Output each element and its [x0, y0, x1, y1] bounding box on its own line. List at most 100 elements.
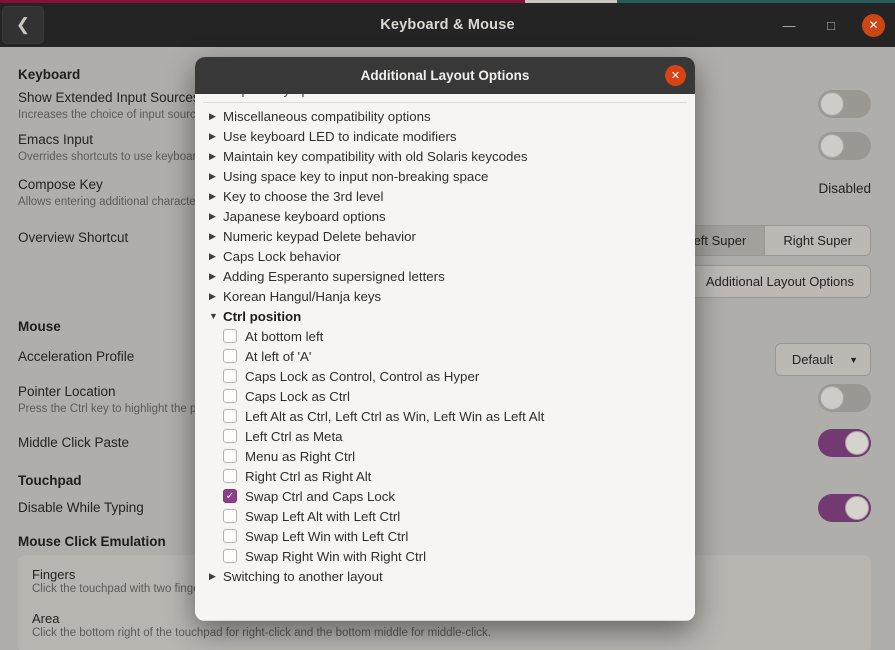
checkbox-icon[interactable] — [223, 349, 237, 363]
tree-node[interactable]: ▶ Numeric keypad Delete behavior — [195, 226, 695, 246]
layout-options-tree: ▶ Miscellaneous compatibility options ▶ Use… — [195, 103, 695, 586]
chevron-down-icon: ▼ — [209, 311, 218, 321]
compose-key-value[interactable]: Disabled — [818, 181, 871, 196]
dialog-body[interactable]: Compatibility options ▶ Miscellaneous com… — [195, 94, 695, 620]
tree-node[interactable]: ▶ Adding Esperanto supersigned letters — [195, 266, 695, 286]
toggle-knob — [845, 431, 869, 455]
window-controls: — □ ✕ — [778, 13, 885, 37]
tree-node-label: Switching to another layout — [223, 568, 383, 584]
additional-layout-options-button[interactable]: Additional Layout Options — [688, 265, 871, 298]
checkbox-icon[interactable] — [223, 529, 237, 543]
toggle-knob — [845, 496, 869, 520]
layout-option-label: At bottom left — [245, 328, 324, 344]
layout-option-row[interactable]: At left of 'A' — [195, 346, 695, 366]
tree-node-label: Caps Lock behavior — [223, 248, 341, 264]
layout-option-row[interactable]: At bottom left — [195, 326, 695, 346]
segment-right-super[interactable]: Right Super — [764, 226, 870, 255]
tree-node[interactable]: ▶ Switching to another layout — [195, 566, 695, 586]
screen: ❮ Keyboard & Mouse — □ ✕ Keyboard Show E… — [0, 0, 895, 650]
checkbox-icon[interactable] — [223, 329, 237, 343]
tree-node-label: Japanese keyboard options — [223, 208, 386, 224]
layout-option-row[interactable]: Left Ctrl as Meta — [195, 426, 695, 446]
tree-node[interactable]: ▶ Use keyboard LED to indicate modifiers — [195, 126, 695, 146]
layout-option-label: Swap Left Win with Left Ctrl — [245, 528, 409, 544]
checkbox-icon[interactable] — [223, 549, 237, 563]
checkbox-icon[interactable] — [223, 429, 237, 443]
tree-node-label: Numeric keypad Delete behavior — [223, 228, 416, 244]
window-titlebar: ❮ Keyboard & Mouse — □ ✕ — [0, 3, 895, 47]
layout-option-row[interactable]: Left Alt as Ctrl, Left Ctrl as Win, Left… — [195, 406, 695, 426]
chevron-right-icon: ▶ — [209, 251, 216, 261]
layout-option-row[interactable]: Menu as Right Ctrl — [195, 446, 695, 466]
tree-node[interactable]: ▶ Key to choose the 3rd level — [195, 186, 695, 206]
dialog-title: Additional Layout Options — [360, 68, 530, 83]
toggle-middle-click-paste[interactable] — [818, 429, 871, 457]
tree-node-label: Use keyboard LED to indicate modifiers — [223, 128, 457, 144]
close-button[interactable]: ✕ — [862, 13, 885, 37]
layout-option-label: Swap Left Alt with Left Ctrl — [245, 508, 401, 524]
toggle-show-extended-input-sources[interactable] — [818, 90, 871, 118]
toggle-knob — [820, 92, 844, 116]
chevron-right-icon: ▶ — [209, 291, 216, 301]
chevron-left-icon: ❮ — [15, 15, 31, 34]
checkbox-icon[interactable] — [223, 389, 237, 403]
checkbox-icon[interactable] — [223, 509, 237, 523]
tree-node[interactable]: ▶ Caps Lock behavior — [195, 246, 695, 266]
chevron-right-icon: ▶ — [209, 191, 216, 201]
checkbox-checked-icon[interactable]: ✓ — [223, 489, 237, 503]
checkbox-icon[interactable] — [223, 409, 237, 423]
toggle-emacs-input[interactable] — [818, 132, 871, 160]
layout-option-label: Caps Lock as Ctrl — [245, 388, 350, 404]
maximize-button[interactable]: □ — [820, 14, 842, 36]
layout-option-row[interactable]: Caps Lock as Control, Control as Hyper — [195, 366, 695, 386]
close-icon: ✕ — [670, 70, 681, 82]
layout-option-row[interactable]: Swap Left Win with Left Ctrl — [195, 526, 695, 546]
tree-node-label: Using space key to input non-breaking sp… — [223, 168, 489, 184]
segmented-overview-shortcut: Left Super Right Super — [667, 225, 871, 256]
chevron-right-icon: ▶ — [209, 571, 216, 581]
back-button[interactable]: ❮ — [2, 6, 44, 44]
tree-node[interactable]: ▶ Korean Hangul/Hanja keys — [195, 286, 695, 306]
toggle-pointer-location[interactable] — [818, 384, 871, 412]
chevron-right-icon: ▶ — [209, 151, 216, 161]
card-subtitle: Click the bottom right of the touchpad f… — [32, 627, 491, 639]
dialog-close-button[interactable]: ✕ — [665, 65, 686, 86]
minimize-button[interactable]: — — [778, 14, 800, 36]
clipped-row-label: Compatibility options — [213, 94, 338, 97]
toggle-knob — [820, 386, 844, 410]
chevron-down-icon: ▼ — [849, 354, 858, 365]
layout-option-row[interactable]: Right Ctrl as Right Alt — [195, 466, 695, 486]
layout-option-row[interactable]: Swap Right Win with Right Ctrl — [195, 546, 695, 566]
chevron-right-icon: ▶ — [209, 131, 216, 141]
tree-node-label: Ctrl position — [223, 308, 302, 324]
layout-option-label: Swap Right Win with Right Ctrl — [245, 548, 427, 564]
tree-node-label: Maintain key compatibility with old Sola… — [223, 148, 528, 164]
tree-node[interactable]: ▶ Miscellaneous compatibility options — [195, 106, 695, 126]
tree-node[interactable]: ▶ Using space key to input non-breaking s… — [195, 166, 695, 186]
additional-layout-options-dialog: Additional Layout Options ✕ Compatibilit… — [195, 57, 695, 621]
tree-node[interactable]: ▶ Maintain key compatibility with old Sol… — [195, 146, 695, 166]
checkbox-icon[interactable] — [223, 469, 237, 483]
checkbox-icon[interactable] — [223, 369, 237, 383]
dropdown-acceleration-profile[interactable]: Default ▼ — [774, 343, 871, 376]
dropdown-value: Default — [791, 352, 834, 367]
tree-node[interactable]: ▼ Ctrl position — [195, 306, 695, 326]
minimize-icon: — — [782, 17, 796, 33]
layout-option-row[interactable]: Caps Lock as Ctrl — [195, 386, 695, 406]
dialog-titlebar: Additional Layout Options ✕ — [195, 57, 695, 94]
toggle-disable-while-typing[interactable] — [818, 494, 871, 522]
layout-option-label: At left of 'A' — [245, 348, 312, 364]
layout-option-label: Right Ctrl as Right Alt — [245, 468, 372, 484]
checkbox-icon[interactable] — [223, 449, 237, 463]
tree-node-label: Key to choose the 3rd level — [223, 188, 384, 204]
chevron-right-icon: ▶ — [209, 211, 216, 221]
layout-option-row[interactable]: ✓ Swap Ctrl and Caps Lock — [195, 486, 695, 506]
chevron-right-icon: ▶ — [209, 111, 216, 121]
tree-node[interactable]: ▶ Japanese keyboard options — [195, 206, 695, 226]
layout-option-row[interactable]: Swap Left Alt with Left Ctrl — [195, 506, 695, 526]
maximize-icon: □ — [827, 17, 835, 33]
layout-option-label: Menu as Right Ctrl — [245, 448, 356, 464]
clipped-row-above: Compatibility options — [195, 94, 695, 102]
chevron-right-icon: ▶ — [209, 171, 216, 181]
tree-node-label: Adding Esperanto supersigned letters — [223, 268, 445, 284]
